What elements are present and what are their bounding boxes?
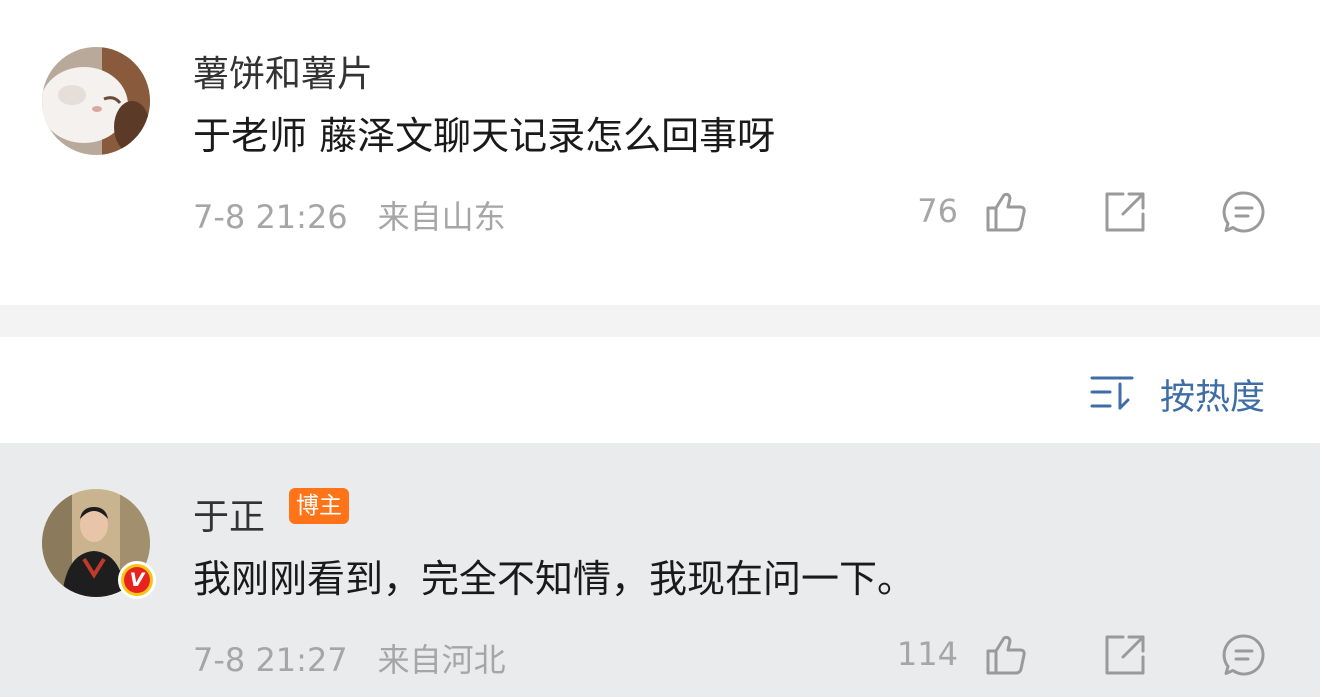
- like-count: 114: [896, 635, 958, 673]
- timestamp: 7-8 21:27: [193, 641, 348, 679]
- section-divider: [0, 305, 1320, 337]
- thumbs-up-icon[interactable]: [984, 190, 1028, 234]
- verified-mark: V: [124, 567, 150, 593]
- comment-item[interactable]: V 于正 博主 我刚刚看到，完全不知情，我现在问一下。 7-8 21:27 来自河…: [0, 443, 1320, 697]
- avatar[interactable]: V: [42, 489, 156, 599]
- author-badge: 博主: [289, 488, 349, 524]
- like-count: 76: [917, 192, 958, 230]
- share-icon[interactable]: [1103, 633, 1147, 677]
- location: 来自河北: [377, 641, 506, 679]
- sort-button[interactable]: 按热度: [1160, 369, 1265, 420]
- comment-text: 我刚刚看到，完全不知情，我现在问一下。: [193, 557, 916, 601]
- avatar[interactable]: [42, 47, 150, 155]
- comment-meta: 7-8 21:27 来自河北: [193, 635, 506, 681]
- sort-bar: 按热度: [0, 337, 1320, 443]
- share-icon[interactable]: [1103, 190, 1147, 234]
- comment-item[interactable]: 薯饼和薯片 于老师 藤泽文聊天记录怎么回事呀 7-8 21:26 来自山东 76: [0, 0, 1320, 305]
- location: 来自山东: [377, 198, 506, 236]
- comment-text: 于老师 藤泽文聊天记录怎么回事呀: [193, 114, 776, 158]
- username[interactable]: 薯饼和薯片: [193, 45, 373, 97]
- verified-badge-icon: V: [118, 561, 156, 599]
- username[interactable]: 于正: [193, 488, 265, 540]
- comment-meta: 7-8 21:26 来自山东: [193, 192, 506, 238]
- comment-icon[interactable]: [1222, 190, 1266, 234]
- timestamp: 7-8 21:26: [193, 198, 348, 236]
- comment-icon[interactable]: [1222, 633, 1266, 677]
- sort-icon[interactable]: [1088, 372, 1136, 412]
- thumbs-up-icon[interactable]: [984, 633, 1028, 677]
